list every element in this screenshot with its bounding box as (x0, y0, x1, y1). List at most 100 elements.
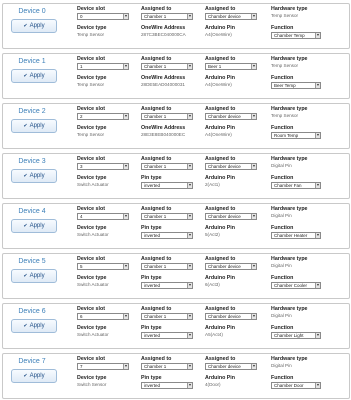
arduino-pin-label: Arduino Pin (205, 325, 236, 331)
apply-button[interactable]: ✔ Apply (11, 119, 57, 133)
assigned-device-select[interactable]: Chamber device ▼ (205, 163, 257, 170)
assigned-device-select[interactable]: Chamber device ▼ (205, 363, 257, 370)
apply-button[interactable]: ✔ Apply (11, 319, 57, 333)
device-slot-value: 3 (80, 164, 83, 169)
assigned-to-label-2: Assigned to (205, 256, 236, 262)
hardware-type-label: Hardware type (271, 306, 308, 312)
chevron-down-icon: ▼ (315, 383, 320, 388)
function-value: Beer Temp (274, 83, 296, 88)
assigned-chamber-select[interactable]: Chamber 1 ▼ (141, 213, 193, 220)
apply-button[interactable]: ✔ Apply (11, 219, 57, 233)
pin-type-value: inverted (144, 383, 161, 388)
device-slot-select[interactable]: 4 ▼ (77, 213, 129, 220)
pin-type-select[interactable]: inverted ▼ (141, 232, 193, 239)
function-value: Room Temp (274, 133, 299, 138)
hardware-type-value: Digital Pin (271, 213, 292, 218)
hardware-type-value: Digital Pin (271, 263, 292, 268)
arduino-pin-label: Arduino Pin (205, 225, 236, 231)
apply-label: Apply (29, 123, 45, 129)
apply-button[interactable]: ✔ Apply (11, 169, 57, 183)
hardware-type-value: Temp Sensor (271, 63, 299, 68)
arduino-pin-value: A5(Act4) (205, 332, 223, 337)
assigned-chamber-value: Chamber 1 (144, 14, 167, 19)
device-name: Device 1 (18, 58, 46, 65)
device-slot-value: 0 (80, 14, 83, 19)
assigned-chamber-value: Chamber 1 (144, 164, 167, 169)
pin-type-select[interactable]: inverted ▼ (141, 332, 193, 339)
device-card-2: Device 2 ✔ Apply Device slot 2 ▼ Assigned… (2, 103, 350, 149)
device-type-label: Device type (77, 375, 107, 381)
assigned-chamber-select[interactable]: Chamber 1 ▼ (141, 263, 193, 270)
assigned-to-label: Assigned to (141, 206, 172, 212)
arduino-pin-value: A4(OneWire) (205, 82, 232, 87)
hardware-type-value: Temp Sensor (271, 13, 299, 18)
device-slot-select[interactable]: 5 ▼ (77, 263, 129, 270)
device-slot-select[interactable]: 3 ▼ (77, 163, 129, 170)
device-type-value: Switch Actuator (77, 232, 109, 237)
arduino-pin-label: Arduino Pin (205, 25, 236, 31)
check-icon: ✔ (23, 123, 28, 129)
device-name: Device 6 (18, 308, 46, 315)
chevron-down-icon: ▼ (123, 14, 128, 19)
function-select[interactable]: Chamber Fan ▼ (271, 182, 321, 189)
chevron-down-icon: ▼ (251, 214, 256, 219)
check-icon: ✔ (23, 173, 28, 179)
function-select[interactable]: Beer Temp ▼ (271, 82, 321, 89)
pin-type-select[interactable]: inverted ▼ (141, 182, 193, 189)
device-type-value: Temp Sensor (77, 32, 105, 37)
function-select[interactable]: Chamber Cooler ▼ (271, 282, 321, 289)
function-select[interactable]: Chamber Door ▼ (271, 382, 321, 389)
arduino-pin-label: Arduino Pin (205, 125, 236, 131)
hardware-type-value: Digital Pin (271, 163, 292, 168)
function-label: Function (271, 25, 294, 31)
assigned-device-select[interactable]: Chamber device ▼ (205, 13, 257, 20)
onewire-address-value: 28DE5EAD04000031 (141, 82, 185, 87)
function-select[interactable]: Chamber Temp ▼ (271, 32, 321, 39)
function-select[interactable]: Chamber Heater ▼ (271, 232, 321, 239)
apply-button[interactable]: ✔ Apply (11, 69, 57, 83)
arduino-pin-label: Arduino Pin (205, 175, 236, 181)
apply-button[interactable]: ✔ Apply (11, 269, 57, 283)
function-value: Chamber Cooler (274, 283, 308, 288)
assigned-device-select[interactable]: Chamber device ▼ (205, 313, 257, 320)
device-slot-select[interactable]: 7 ▼ (77, 363, 129, 370)
pin-type-select[interactable]: inverted ▼ (141, 382, 193, 389)
apply-button[interactable]: ✔ Apply (11, 19, 57, 33)
device-card-0: Device 0 ✔ Apply Device slot 0 ▼ Assigned… (2, 3, 350, 49)
chevron-down-icon: ▼ (187, 183, 192, 188)
assigned-chamber-select[interactable]: Chamber 1 ▼ (141, 363, 193, 370)
assigned-device-value: Chamber device (208, 164, 241, 169)
chevron-down-icon: ▼ (123, 64, 128, 69)
assigned-device-select[interactable]: Chamber device ▼ (205, 113, 257, 120)
function-value: Chamber Temp (274, 33, 305, 38)
assigned-chamber-select[interactable]: Chamber 1 ▼ (141, 63, 193, 70)
assigned-chamber-select[interactable]: Chamber 1 ▼ (141, 13, 193, 20)
assigned-device-value: Chamber device (208, 264, 241, 269)
device-name: Device 7 (18, 358, 46, 365)
device-slot-select[interactable]: 2 ▼ (77, 113, 129, 120)
chevron-down-icon: ▼ (251, 14, 256, 19)
assigned-to-label-2: Assigned to (205, 206, 236, 212)
assigned-chamber-value: Chamber 1 (144, 264, 167, 269)
assigned-chamber-select[interactable]: Chamber 1 ▼ (141, 113, 193, 120)
device-slot-select[interactable]: 1 ▼ (77, 63, 129, 70)
function-select[interactable]: Room Temp ▼ (271, 132, 321, 139)
hardware-type-label: Hardware type (271, 206, 308, 212)
apply-button[interactable]: ✔ Apply (11, 369, 57, 383)
function-select[interactable]: Chamber Light ▼ (271, 332, 321, 339)
assigned-device-select[interactable]: Beer 1 ▼ (205, 63, 257, 70)
assigned-device-select[interactable]: Chamber device ▼ (205, 213, 257, 220)
device-slot-select[interactable]: 0 ▼ (77, 13, 129, 20)
pin-type-value: inverted (144, 183, 161, 188)
chevron-down-icon: ▼ (123, 264, 128, 269)
chevron-down-icon: ▼ (315, 133, 320, 138)
assigned-to-label: Assigned to (141, 6, 172, 12)
pin-type-select[interactable]: inverted ▼ (141, 282, 193, 289)
chevron-down-icon: ▼ (187, 14, 192, 19)
assigned-device-select[interactable]: Chamber device ▼ (205, 263, 257, 270)
chevron-down-icon: ▼ (251, 314, 256, 319)
assigned-chamber-select[interactable]: Chamber 1 ▼ (141, 163, 193, 170)
device-slot-select[interactable]: 6 ▼ (77, 313, 129, 320)
assigned-chamber-select[interactable]: Chamber 1 ▼ (141, 313, 193, 320)
check-icon: ✔ (23, 23, 28, 29)
